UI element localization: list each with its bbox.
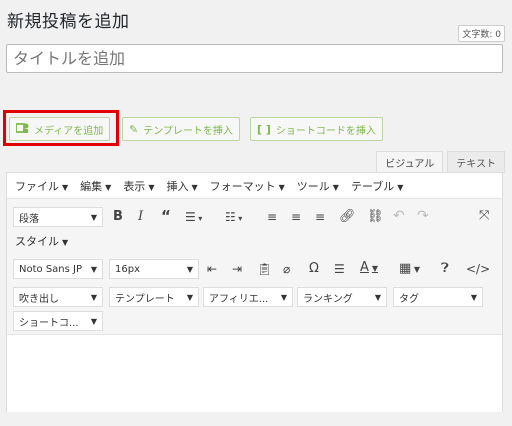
page-title: 新規投稿を追加 bbox=[7, 12, 130, 32]
editor-mode-tabs: ビジュアル テキスト bbox=[372, 151, 505, 173]
horizontal-line-icon[interactable]: ☰ bbox=[334, 261, 345, 277]
chevron-down-icon: ▼ bbox=[62, 238, 69, 247]
chevron-down-icon: ▼ bbox=[470, 292, 477, 302]
insert-template-label: テンプレートを挿入 bbox=[143, 125, 233, 137]
insert-shortcode-button[interactable]: [ ] ショートコードを挿入 bbox=[250, 117, 383, 141]
menu-tools[interactable]: ツール ▼ bbox=[297, 178, 339, 194]
shortcode-select[interactable]: ショートコ... ▼ bbox=[13, 311, 103, 331]
link-icon[interactable]: 🔗︎ bbox=[339, 209, 356, 225]
chevron-down-icon: ▼ bbox=[90, 316, 97, 326]
chevron-down-icon: ▼ bbox=[62, 182, 69, 192]
chevron-down-icon: ▼ bbox=[148, 182, 155, 192]
code-icon[interactable]: </> bbox=[466, 261, 490, 277]
font-family-select[interactable]: Noto Sans JP ▼ bbox=[13, 259, 103, 279]
numbered-list-icon[interactable]: ☷ ▾ bbox=[225, 209, 242, 227]
font-size-select[interactable]: 16px ▼ bbox=[109, 259, 199, 279]
shortcode-brackets-icon: [ ] bbox=[257, 122, 271, 136]
redo-icon[interactable]: ↷ bbox=[417, 208, 429, 224]
chevron-down-icon: ▼ bbox=[186, 264, 193, 274]
chevron-down-icon: ▼ bbox=[280, 292, 287, 302]
editor-menubar: ファイル ▼ 編集 ▼ 表示 ▼ 挿入 ▼ フォーマット ▼ ツール ▼ テーブル ▼ bbox=[7, 173, 502, 199]
align-right-icon[interactable]: ≡ bbox=[315, 209, 325, 225]
menu-view[interactable]: 表示 ▼ bbox=[123, 178, 154, 194]
chevron-down-icon: ▼ bbox=[90, 292, 97, 302]
style-menu[interactable]: スタイル ▼ bbox=[15, 233, 68, 249]
chevron-down-icon: ▼ bbox=[105, 182, 112, 192]
editor-content-area[interactable] bbox=[7, 336, 502, 412]
menu-edit[interactable]: 編集 ▼ bbox=[80, 178, 111, 194]
menu-file[interactable]: ファイル ▼ bbox=[15, 178, 68, 194]
menu-format[interactable]: フォーマット ▼ bbox=[210, 178, 285, 194]
table-icon[interactable]: ▦ ▼ bbox=[399, 261, 420, 278]
chevron-down-icon: ▼ bbox=[90, 212, 97, 222]
char-count-badge: 文字数: 0 bbox=[458, 25, 505, 42]
highlight-frame bbox=[3, 110, 119, 146]
align-left-icon[interactable]: ≡ bbox=[267, 209, 277, 225]
unlink-icon[interactable]: ⛓︎ bbox=[367, 209, 384, 225]
affiliate-select[interactable]: アフィリエ... ▼ bbox=[203, 287, 293, 307]
balloon-select[interactable]: 吹き出し ▼ bbox=[13, 287, 103, 307]
editor-toolbars: 段落 ▼ B I “ ☰ ▾ ☷ ▾ ≡ ≡ ≡ 🔗︎ ⛓︎ ↶ ↷ ⤧ スタイル… bbox=[7, 199, 502, 335]
italic-icon[interactable]: I bbox=[138, 209, 143, 225]
post-editor-screen: 新規投稿を追加 文字数: 0 メディアを追加 ✎ テンプレートを挿入 [ ] シ… bbox=[0, 0, 512, 426]
pencil-icon: ✎ bbox=[129, 122, 139, 136]
template-select[interactable]: テンプレート ▼ bbox=[109, 287, 199, 307]
paste-text-icon[interactable]: 📋︎ bbox=[257, 261, 272, 277]
insert-shortcode-label: ショートコードを挿入 bbox=[275, 125, 376, 137]
chevron-down-icon: ▼ bbox=[191, 182, 198, 192]
fullscreen-icon[interactable]: ⤧ bbox=[479, 208, 489, 224]
indent-icon[interactable]: ⇤ bbox=[207, 261, 217, 277]
text-color-icon[interactable]: A ▼ bbox=[360, 260, 378, 277]
chevron-down-icon: ▼ bbox=[186, 292, 193, 302]
chevron-down-icon: ▼ bbox=[374, 292, 381, 302]
omega-icon[interactable]: Ω bbox=[309, 261, 319, 277]
chevron-down-icon: ▼ bbox=[278, 182, 285, 192]
editor-container: ファイル ▼ 編集 ▼ 表示 ▼ 挿入 ▼ フォーマット ▼ ツール ▼ テーブル ▼ 段落 ▼… bbox=[6, 172, 503, 412]
clear-format-icon[interactable]: ⌀ bbox=[283, 261, 290, 277]
tab-visual[interactable]: ビジュアル bbox=[376, 151, 444, 173]
menu-insert[interactable]: 挿入 ▼ bbox=[166, 178, 197, 194]
blockquote-icon[interactable]: “ bbox=[161, 208, 171, 224]
bold-icon[interactable]: B bbox=[113, 209, 123, 225]
tag-select[interactable]: タグ ▼ bbox=[393, 287, 483, 307]
chevron-down-icon: ▼ bbox=[397, 182, 404, 192]
insert-template-button[interactable]: ✎ テンプレートを挿入 bbox=[122, 117, 240, 141]
help-icon[interactable]: ❓︎ bbox=[441, 261, 449, 277]
chevron-down-icon: ▼ bbox=[332, 182, 339, 192]
chevron-down-icon: ▼ bbox=[90, 264, 97, 274]
format-select[interactable]: 段落 ▼ bbox=[13, 207, 103, 227]
outdent-icon[interactable]: ⇥ bbox=[232, 261, 242, 277]
align-center-icon[interactable]: ≡ bbox=[291, 209, 301, 225]
undo-icon[interactable]: ↶ bbox=[393, 208, 405, 224]
tab-text[interactable]: テキスト bbox=[447, 151, 505, 173]
ranking-select[interactable]: ランキング ▼ bbox=[297, 287, 387, 307]
menu-table[interactable]: テーブル ▼ bbox=[351, 178, 404, 194]
bullet-list-icon[interactable]: ☰ ▾ bbox=[185, 209, 202, 227]
post-title-input[interactable] bbox=[6, 44, 503, 73]
